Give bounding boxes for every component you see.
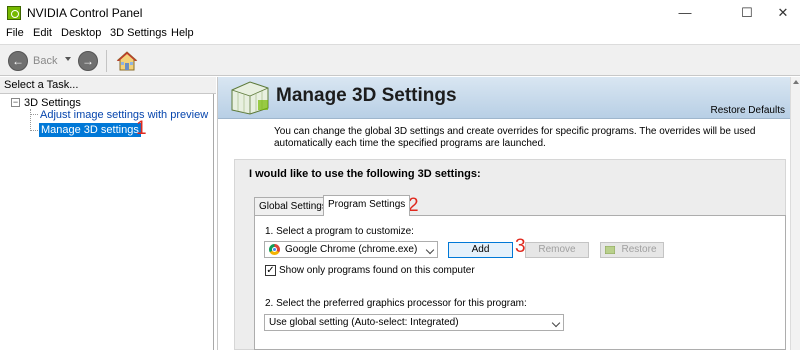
chevron-down-icon [425,245,435,255]
show-only-checkbox[interactable]: ✓ [265,265,276,276]
restore-defaults-link[interactable]: Restore Defaults [711,105,785,116]
program-select-value: Google Chrome (chrome.exe) [285,244,418,255]
tree-connector [30,130,38,131]
task-pane-header: Select a Task... [0,77,216,94]
section-title: I would like to use the following 3D set… [249,168,481,180]
back-history-dropdown-icon[interactable] [65,57,71,61]
annotation-step-3: 3 [515,236,526,257]
close-button[interactable]: ✕ [760,0,800,26]
title-bar: NVIDIA Control Panel — ☐ ✕ [0,0,800,26]
toolbar: ← Back → [0,44,800,76]
add-button[interactable]: Add [448,242,513,258]
tab-program-settings[interactable]: Program Settings [323,195,411,216]
menu-3d-settings[interactable]: 3D Settings [110,27,167,39]
menu-file[interactable]: File [6,27,24,39]
chrome-icon [269,244,280,255]
step-2-label: 2. Select the preferred graphics process… [265,298,527,309]
nvidia-logo-icon [7,6,21,20]
page-banner: Manage 3D Settings Restore Defaults [218,77,791,119]
annotation-step-1: 1 [136,118,147,139]
chevron-down-icon [551,318,561,328]
menu-desktop[interactable]: Desktop [61,27,101,39]
page-title: Manage 3D Settings [276,85,457,106]
tree-root-3d-settings[interactable]: 3D Settings [24,97,81,109]
menu-edit[interactable]: Edit [33,27,52,39]
menu-bar: File Edit Desktop 3D Settings Help [0,26,800,44]
tree-item-manage-3d-settings[interactable]: Manage 3D settings [39,123,141,137]
back-button-label[interactable]: Back [33,55,57,67]
show-only-checkbox-label[interactable]: Show only programs found on this compute… [279,265,475,276]
main-panel: Manage 3D Settings Restore Defaults You … [217,77,800,350]
window-title: NVIDIA Control Panel [27,6,143,20]
back-arrow-icon[interactable]: ← [8,51,28,71]
3d-settings-icon [231,81,269,115]
restore-icon [605,246,615,254]
restore-button[interactable]: Restore [600,242,664,258]
restore-button-label: Restore [621,244,657,255]
menu-help[interactable]: Help [171,27,194,39]
forward-arrow-icon[interactable]: → [78,51,98,71]
remove-button[interactable]: Remove [525,242,589,258]
tree-connector [30,114,38,115]
toolbar-divider [106,50,107,72]
graphics-processor-select-value: Use global setting (Auto-select: Integra… [269,317,459,328]
vertical-scrollbar[interactable] [790,77,800,350]
scroll-up-icon[interactable] [793,80,799,84]
tab-global-settings[interactable]: Global Settings [254,197,332,215]
task-tree: − 3D Settings Adjust image settings with… [0,94,214,350]
tree-collapse-icon[interactable]: − [11,98,20,107]
home-icon[interactable] [116,50,138,72]
program-settings-panel: 1. Select a program to customize: Google… [254,215,786,350]
page-description: You can change the global 3D settings an… [274,126,756,149]
tree-connector [30,109,31,131]
tree-item-adjust-image-settings[interactable]: Adjust image settings with preview [40,109,208,121]
graphics-processor-select[interactable]: Use global setting (Auto-select: Integra… [264,314,564,331]
program-select[interactable]: Google Chrome (chrome.exe) [264,241,438,258]
minimize-button[interactable]: — [662,0,708,26]
step-1-label: 1. Select a program to customize: [265,226,414,237]
